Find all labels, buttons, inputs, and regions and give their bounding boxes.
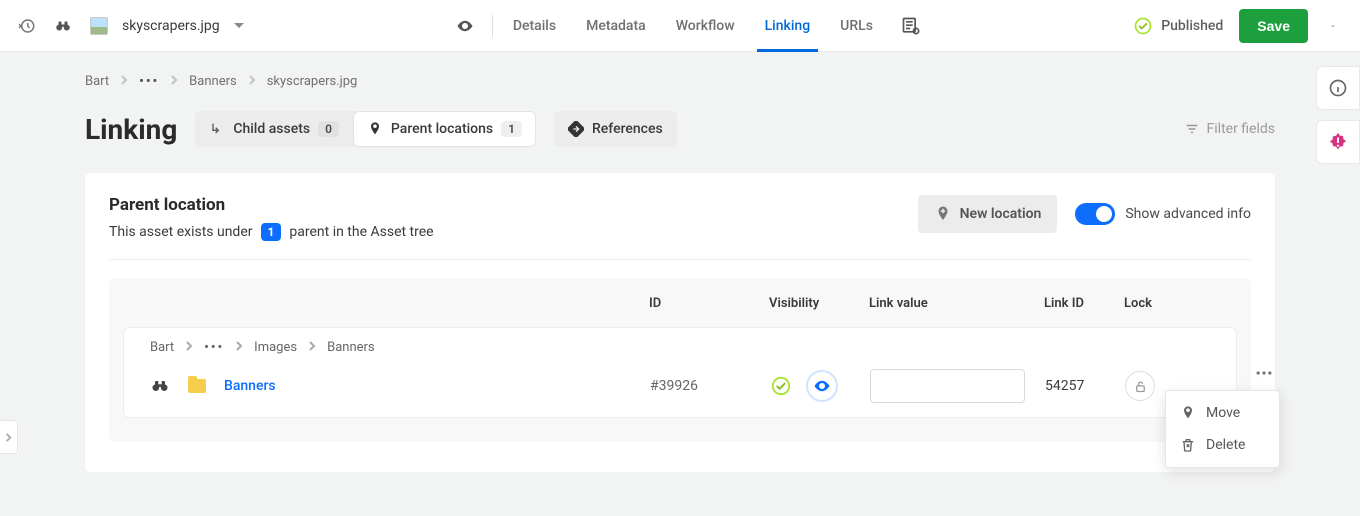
row-id: #39926 bbox=[650, 378, 770, 394]
linking-segmented-control: Child assets 0 Parent locations 1 bbox=[195, 111, 536, 147]
settings-list-icon[interactable] bbox=[901, 16, 921, 36]
topbar: skyscrapers.jpg Details Metadata Workflo… bbox=[0, 0, 1360, 52]
save-more-icon[interactable] bbox=[1324, 17, 1342, 35]
chevron-right-icon bbox=[184, 340, 194, 355]
file-title[interactable]: skyscrapers.jpg bbox=[90, 17, 244, 35]
filename-label: skyscrapers.jpg bbox=[122, 18, 220, 34]
chevron-right-icon bbox=[169, 74, 179, 89]
pill-references[interactable]: References bbox=[554, 111, 677, 147]
references-icon bbox=[568, 121, 584, 137]
new-location-button[interactable]: New location bbox=[918, 195, 1058, 233]
chevron-right-icon bbox=[247, 74, 257, 89]
parent-location-panel: Parent location This asset exists under … bbox=[85, 173, 1275, 472]
pill-parent-locations[interactable]: Parent locations 1 bbox=[353, 111, 536, 147]
alert-flap[interactable] bbox=[1316, 120, 1360, 164]
panel-title: Parent location bbox=[109, 195, 918, 215]
table-row: Bart ••• Images Banners Banners bbox=[123, 327, 1237, 418]
tab-metadata[interactable]: Metadata bbox=[584, 0, 648, 52]
binoculars-icon[interactable] bbox=[150, 376, 170, 396]
breadcrumb-mid[interactable]: Banners bbox=[189, 74, 237, 89]
trash-icon bbox=[1180, 437, 1196, 453]
breadcrumb: Bart ••• Banners skyscrapers.jpg bbox=[85, 74, 1275, 89]
breadcrumb-root[interactable]: Bart bbox=[85, 74, 109, 89]
visibility-toggle[interactable] bbox=[806, 370, 838, 402]
row-name-link[interactable]: Banners bbox=[224, 378, 276, 394]
file-thumbnail-icon bbox=[90, 17, 108, 35]
binoculars-icon[interactable] bbox=[54, 17, 72, 35]
row-actions-menu: Move Delete bbox=[1165, 390, 1280, 468]
main-tabs: Details Metadata Workflow Linking URLs bbox=[511, 0, 875, 52]
breadcrumb-ellipsis[interactable]: ••• bbox=[139, 74, 159, 89]
locations-table: ID Visibility Link value Link ID Lock Ba… bbox=[109, 278, 1251, 442]
col-link-value: Link value bbox=[869, 296, 1044, 311]
save-button[interactable]: Save bbox=[1239, 9, 1308, 43]
location-pin-icon bbox=[367, 121, 383, 137]
child-assets-icon bbox=[209, 121, 225, 137]
tab-details[interactable]: Details bbox=[511, 0, 558, 52]
publish-status-label: Published bbox=[1161, 18, 1223, 34]
dropdown-caret-icon[interactable] bbox=[234, 21, 244, 31]
content-area: Bart ••• Banners skyscrapers.jpg Linking… bbox=[0, 52, 1360, 472]
tab-workflow[interactable]: Workflow bbox=[674, 0, 737, 52]
info-flap[interactable] bbox=[1316, 66, 1360, 110]
table-header-row: ID Visibility Link value Link ID Lock bbox=[123, 288, 1237, 327]
show-advanced-toggle[interactable]: Show advanced info bbox=[1075, 203, 1251, 225]
col-id: ID bbox=[649, 296, 769, 311]
side-flaps bbox=[1316, 66, 1360, 164]
col-link-id: Link ID bbox=[1044, 296, 1124, 311]
panel-subtitle: This asset exists under 1 parent in the … bbox=[109, 223, 918, 241]
folder-icon bbox=[188, 379, 206, 393]
pill-child-assets[interactable]: Child assets 0 bbox=[195, 111, 353, 147]
parent-count-chip: 1 bbox=[261, 223, 282, 241]
chevron-right-icon bbox=[119, 74, 129, 89]
menu-move[interactable]: Move bbox=[1166, 397, 1279, 429]
status-check-icon bbox=[770, 375, 792, 397]
row-ellipsis[interactable]: ••• bbox=[204, 340, 224, 355]
filter-fields-button[interactable]: Filter fields bbox=[1185, 121, 1275, 137]
tab-urls[interactable]: URLs bbox=[838, 0, 875, 52]
col-lock: Lock bbox=[1124, 296, 1184, 311]
menu-delete[interactable]: Delete bbox=[1166, 429, 1279, 461]
breadcrumb-leaf: skyscrapers.jpg bbox=[267, 74, 358, 89]
row-link-id: 54257 bbox=[1045, 378, 1125, 394]
child-count-badge: 0 bbox=[318, 121, 339, 137]
filter-icon bbox=[1185, 122, 1199, 136]
move-pin-icon bbox=[1180, 405, 1196, 421]
published-check-icon bbox=[1133, 16, 1153, 36]
toggle-switch-icon[interactable] bbox=[1075, 203, 1115, 225]
chevron-right-icon bbox=[234, 340, 244, 355]
chevron-right-icon bbox=[307, 340, 317, 355]
publish-status: Published bbox=[1133, 16, 1223, 36]
sidebar-expand-handle[interactable] bbox=[0, 420, 18, 454]
preview-eye-icon[interactable] bbox=[456, 17, 474, 35]
col-visibility: Visibility bbox=[769, 296, 869, 311]
row-breadcrumb: Bart ••• Images Banners bbox=[150, 340, 1210, 355]
parent-count-badge: 1 bbox=[501, 121, 522, 137]
lock-toggle[interactable] bbox=[1125, 371, 1155, 401]
tab-linking[interactable]: Linking bbox=[763, 0, 813, 52]
add-location-icon bbox=[934, 205, 952, 223]
link-value-input[interactable] bbox=[870, 369, 1025, 403]
history-icon[interactable] bbox=[18, 17, 36, 35]
row-more-icon[interactable] bbox=[1254, 363, 1274, 383]
page-title: Linking bbox=[85, 113, 177, 146]
